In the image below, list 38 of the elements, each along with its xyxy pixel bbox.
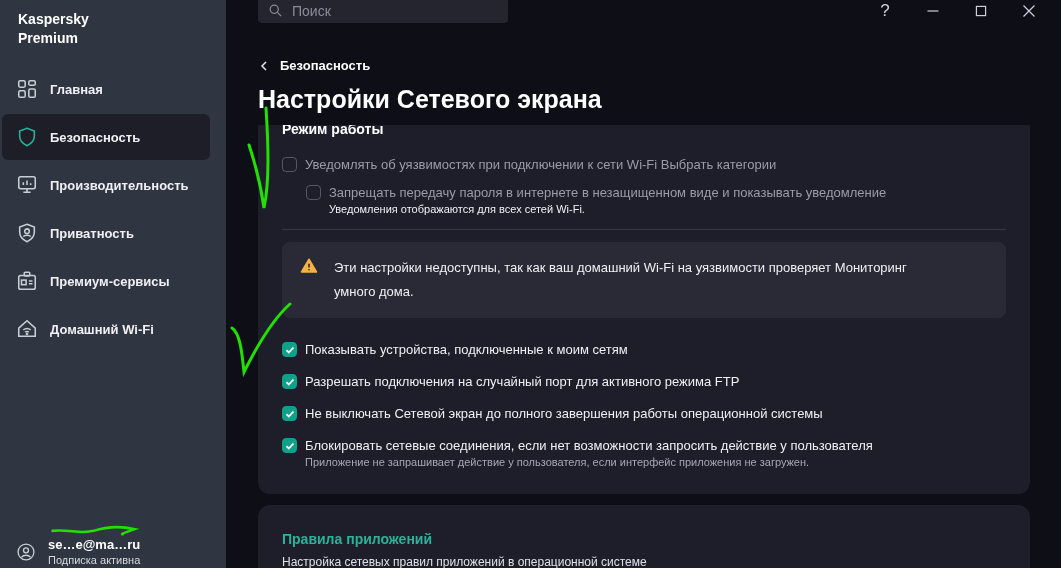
sidebar-item[interactable]: Главная: [2, 66, 210, 112]
warning-text: Эти настройки недоступны, так как ваш домашний Wi-Fi на уязвимости проверяет Мониторинг умного дома.: [334, 259, 908, 301]
user-shield-icon: [16, 222, 38, 244]
checkbox[interactable]: [282, 438, 297, 453]
home-wifi-icon: [16, 318, 38, 340]
option-label: Разрешать подключения на случайный порт для активного режима FTP: [305, 374, 740, 389]
subscription-status: Подписка активна: [48, 554, 141, 566]
monitor-icon: [16, 174, 38, 196]
breadcrumb-link[interactable]: Безопасность: [280, 58, 371, 73]
option-hint: Уведомления отображаются для всех сетей Wi-Fi.: [329, 203, 586, 215]
app-rules-link[interactable]: Правила приложений: [282, 531, 1006, 547]
warning-icon: [300, 257, 318, 275]
option-label: Не выключать Сетевой экран до полного завершения работы операционной системы: [305, 406, 823, 421]
checkbox[interactable]: [282, 374, 297, 389]
user-icon: [16, 541, 36, 562]
grid-icon: [16, 78, 38, 100]
account-email: se…e@ma…ru: [48, 537, 141, 552]
sidebar-item[interactable]: Премиум-сервисы: [2, 258, 210, 304]
option-label: Уведомлять об уязвимостях при подключении к сети Wi-Fi Выбрать категории: [305, 157, 777, 172]
search-field[interactable]: Поиск: [258, 0, 508, 23]
id-card-icon: [16, 270, 38, 292]
app-rules-description: Настройка сетевых правил приложений в операционной системе: [282, 555, 648, 568]
sidebar-item[interactable]: Приватность: [2, 210, 210, 256]
checkbox[interactable]: [282, 406, 297, 421]
app-title: Kaspersky Premium: [17, 10, 90, 48]
sidebar-item[interactable]: Производительность: [2, 162, 210, 208]
sidebar-item[interactable]: Домашний Wi-Fi: [2, 306, 210, 352]
search-icon: [268, 3, 283, 18]
back-icon[interactable]: [258, 59, 270, 72]
option-label: Показывать устройства, подключенные к моим сетям: [305, 342, 628, 357]
page-title: Настройки Сетевого экрана: [258, 84, 603, 115]
sidebar-item[interactable]: Безопасность: [2, 114, 210, 160]
shield-icon: [16, 126, 38, 148]
option-label: Блокировать сетевые соединения, если нет возможности запросить действие у пользователя: [305, 438, 873, 453]
checkbox[interactable]: [282, 342, 297, 357]
help-button[interactable]: ?: [873, 0, 897, 22]
option-label: Запрещать передачу пароля в интернете в незащищенном виде и показывать уведомление: [329, 185, 887, 200]
option-hint: Приложение не запрашивает действие у пользователя, если интерфейс приложения не загружен.: [305, 456, 811, 468]
